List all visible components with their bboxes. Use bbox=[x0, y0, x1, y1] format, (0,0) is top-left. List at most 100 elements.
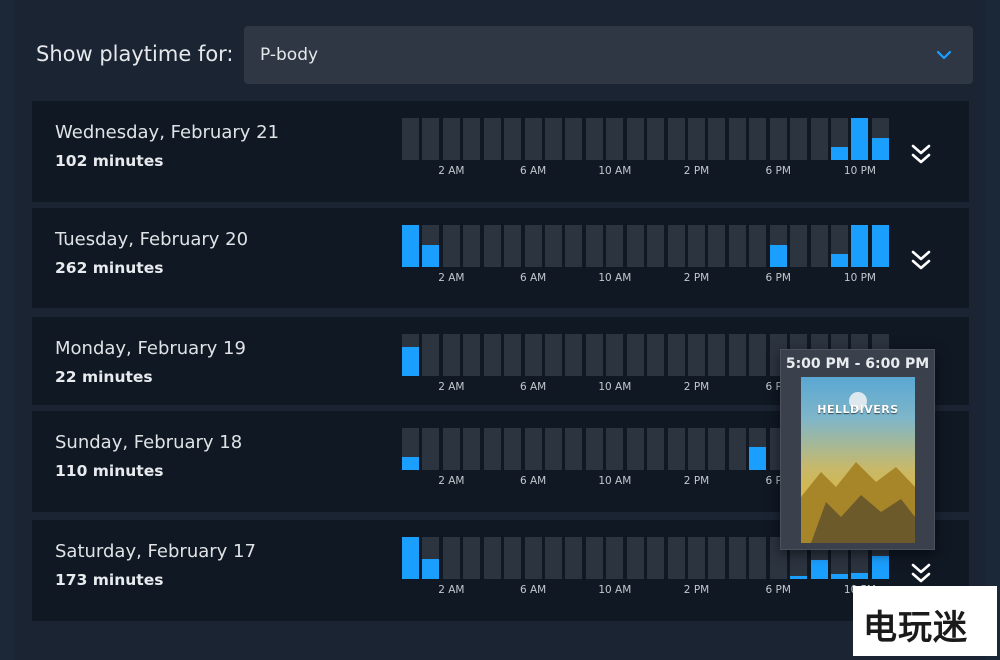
hour-bar[interactable] bbox=[749, 118, 767, 160]
hour-bar[interactable] bbox=[565, 537, 583, 579]
hour-bar[interactable] bbox=[402, 118, 419, 160]
hour-bar[interactable] bbox=[565, 225, 583, 267]
player-select[interactable]: P-body bbox=[244, 26, 973, 84]
hour-bar[interactable] bbox=[810, 225, 828, 267]
hour-bar[interactable] bbox=[708, 225, 726, 267]
hour-bar[interactable] bbox=[851, 225, 869, 267]
hour-bar[interactable] bbox=[871, 118, 889, 160]
hour-bar[interactable] bbox=[524, 118, 542, 160]
hour-bar[interactable] bbox=[463, 537, 481, 579]
hour-bar[interactable] bbox=[728, 428, 746, 470]
hour-bar[interactable] bbox=[769, 225, 787, 267]
hour-bar[interactable] bbox=[606, 225, 624, 267]
expand-day-button[interactable] bbox=[909, 142, 933, 168]
hour-bar[interactable] bbox=[810, 118, 828, 160]
hour-bar[interactable] bbox=[545, 118, 562, 160]
hour-bar[interactable] bbox=[606, 537, 624, 579]
hour-bar[interactable] bbox=[483, 118, 501, 160]
hour-bar[interactable] bbox=[565, 118, 583, 160]
hour-bar[interactable] bbox=[565, 334, 583, 376]
hour-bar[interactable] bbox=[422, 118, 440, 160]
hour-bar[interactable] bbox=[483, 428, 501, 470]
hour-bar[interactable] bbox=[626, 225, 644, 267]
hour-bar[interactable] bbox=[402, 225, 419, 267]
hour-bar[interactable] bbox=[647, 334, 665, 376]
hour-bar[interactable] bbox=[483, 334, 501, 376]
hour-bar[interactable] bbox=[504, 118, 522, 160]
hour-bar[interactable] bbox=[422, 537, 440, 579]
hour-bar[interactable] bbox=[402, 334, 419, 376]
hour-bar[interactable] bbox=[545, 225, 562, 267]
hour-bar[interactable] bbox=[667, 334, 685, 376]
hour-bar[interactable] bbox=[851, 118, 869, 160]
hour-bar[interactable] bbox=[524, 334, 542, 376]
hour-bar[interactable] bbox=[647, 537, 665, 579]
hour-bar[interactable] bbox=[688, 225, 706, 267]
hour-bar[interactable] bbox=[422, 334, 440, 376]
hour-bar[interactable] bbox=[871, 225, 889, 267]
hour-bar[interactable] bbox=[626, 428, 644, 470]
hour-bar[interactable] bbox=[749, 225, 767, 267]
hour-bar[interactable] bbox=[647, 428, 665, 470]
hour-bar[interactable] bbox=[402, 537, 419, 579]
hour-bar[interactable] bbox=[504, 537, 522, 579]
hour-bar[interactable] bbox=[728, 118, 746, 160]
expand-day-button[interactable] bbox=[909, 248, 933, 274]
hour-bar[interactable] bbox=[504, 225, 522, 267]
hour-bar[interactable] bbox=[688, 537, 706, 579]
hour-bar[interactable] bbox=[585, 225, 603, 267]
hour-bar[interactable] bbox=[626, 118, 644, 160]
hour-bar[interactable] bbox=[708, 428, 726, 470]
hour-bar[interactable] bbox=[442, 537, 460, 579]
hour-bar[interactable] bbox=[790, 225, 808, 267]
hour-bar[interactable] bbox=[647, 225, 665, 267]
hour-bar[interactable] bbox=[545, 428, 562, 470]
hour-bar[interactable] bbox=[667, 428, 685, 470]
hour-bar[interactable] bbox=[463, 334, 481, 376]
hour-bar[interactable] bbox=[688, 334, 706, 376]
hour-bar[interactable] bbox=[483, 225, 501, 267]
hour-bar[interactable] bbox=[708, 118, 726, 160]
hour-bar[interactable] bbox=[831, 225, 849, 267]
hour-bar[interactable] bbox=[442, 225, 460, 267]
hour-bar[interactable] bbox=[585, 428, 603, 470]
hour-bar[interactable] bbox=[606, 428, 624, 470]
hour-bar[interactable] bbox=[708, 537, 726, 579]
hour-bar[interactable] bbox=[749, 334, 767, 376]
hour-bar[interactable] bbox=[728, 537, 746, 579]
expand-day-button[interactable] bbox=[909, 561, 933, 587]
hour-bar[interactable] bbox=[708, 334, 726, 376]
hour-bar[interactable] bbox=[728, 334, 746, 376]
hour-bar[interactable] bbox=[483, 537, 501, 579]
hour-bar[interactable] bbox=[565, 428, 583, 470]
hour-bar[interactable] bbox=[667, 537, 685, 579]
hour-bar[interactable] bbox=[585, 537, 603, 579]
hour-bar[interactable] bbox=[504, 334, 522, 376]
hour-bar[interactable] bbox=[585, 118, 603, 160]
hour-bar[interactable] bbox=[790, 118, 808, 160]
hour-bar[interactable] bbox=[831, 118, 849, 160]
hour-bar[interactable] bbox=[442, 118, 460, 160]
hour-bar[interactable] bbox=[402, 428, 419, 470]
hour-bar[interactable] bbox=[442, 428, 460, 470]
hour-bar[interactable] bbox=[606, 334, 624, 376]
hour-bar[interactable] bbox=[422, 225, 440, 267]
hour-bar[interactable] bbox=[647, 118, 665, 160]
hour-bar[interactable] bbox=[442, 334, 460, 376]
hour-bar[interactable] bbox=[606, 118, 624, 160]
hour-bar[interactable] bbox=[667, 118, 685, 160]
hour-bar[interactable] bbox=[545, 537, 562, 579]
hour-bar[interactable] bbox=[688, 118, 706, 160]
hour-bar[interactable] bbox=[585, 334, 603, 376]
hour-bar[interactable] bbox=[728, 225, 746, 267]
hour-bar[interactable] bbox=[524, 428, 542, 470]
hour-bar[interactable] bbox=[463, 428, 481, 470]
hour-bar[interactable] bbox=[626, 334, 644, 376]
hour-bar[interactable] bbox=[463, 118, 481, 160]
hour-bar[interactable] bbox=[463, 225, 481, 267]
hour-bar[interactable] bbox=[749, 537, 767, 579]
hour-bar[interactable] bbox=[769, 118, 787, 160]
hour-bar[interactable] bbox=[524, 225, 542, 267]
hour-bar[interactable] bbox=[749, 428, 767, 470]
hour-bar[interactable] bbox=[545, 334, 562, 376]
